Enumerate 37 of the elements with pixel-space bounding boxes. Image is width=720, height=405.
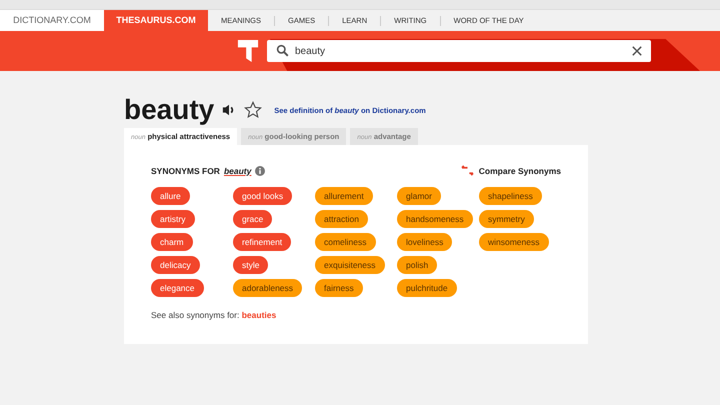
synonym-link[interactable]: allurement bbox=[315, 187, 373, 205]
synonym-link[interactable]: exquisiteness bbox=[315, 256, 385, 274]
synonym-link[interactable]: glamor bbox=[397, 187, 441, 205]
synonym-link[interactable]: good looks bbox=[233, 187, 292, 205]
info-icon[interactable] bbox=[255, 166, 266, 176]
synonym-link[interactable]: loveliness bbox=[397, 233, 452, 251]
synonym-link[interactable]: adorableness bbox=[233, 279, 302, 297]
synonym-link[interactable]: fairness bbox=[315, 279, 363, 297]
synonym-link[interactable]: handsomeness bbox=[397, 210, 473, 228]
synonym-link[interactable]: elegance bbox=[151, 279, 204, 297]
synonym-link[interactable]: shapeliness bbox=[479, 187, 542, 205]
star-icon[interactable] bbox=[244, 101, 262, 119]
synonym-link[interactable]: comeliness bbox=[315, 233, 376, 251]
compare-synonyms-button[interactable]: Compare Synonyms bbox=[460, 165, 561, 176]
synonym-link[interactable]: artistry bbox=[151, 210, 194, 228]
synonym-link[interactable]: grace bbox=[233, 210, 272, 228]
see-also-text: See also synonyms for: bbox=[151, 310, 240, 320]
synonym-link[interactable]: allure bbox=[151, 187, 190, 205]
synonym-link[interactable]: pulchritude bbox=[397, 279, 457, 297]
synonym-link[interactable]: style bbox=[233, 256, 268, 274]
headword-link[interactable]: beauty bbox=[224, 166, 252, 176]
synonym-link[interactable]: charm bbox=[151, 233, 193, 251]
logo-icon[interactable] bbox=[237, 39, 259, 63]
arrows-icon bbox=[460, 165, 474, 176]
synonyms-heading: SYNONYMS FOR bbox=[151, 166, 220, 176]
see-also-link[interactable]: beauties bbox=[242, 310, 276, 320]
headword: beauty bbox=[124, 95, 214, 125]
site-tab[interactable]: THESAURUS.COM bbox=[104, 10, 208, 31]
synonym-link[interactable]: attraction bbox=[315, 210, 368, 228]
close-icon[interactable] bbox=[632, 46, 642, 56]
synonym-link[interactable]: polish bbox=[397, 256, 438, 274]
search-field[interactable]: beauty bbox=[267, 40, 651, 62]
synonym-link[interactable]: refinement bbox=[233, 233, 292, 251]
synonym-link[interactable]: symmetry bbox=[479, 210, 534, 228]
synonym-link[interactable]: winsomeness bbox=[479, 233, 548, 251]
site-tab[interactable]: DICTIONARY.COM bbox=[0, 10, 104, 31]
synonym-link[interactable]: delicacy bbox=[151, 256, 200, 274]
